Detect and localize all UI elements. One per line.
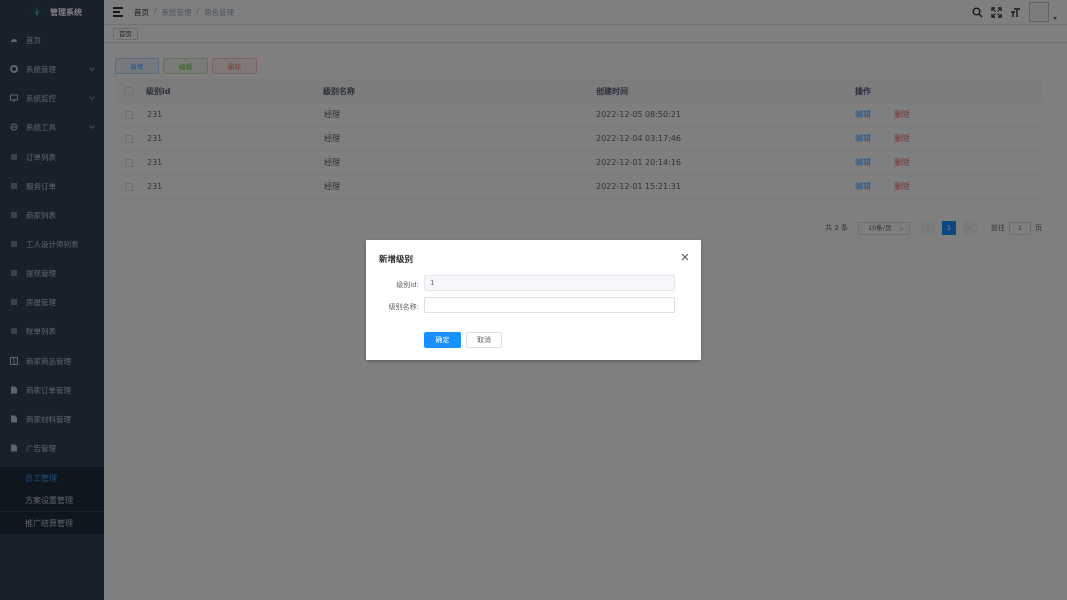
level-name-input[interactable] [424, 297, 675, 313]
cancel-button[interactable]: 取消 [466, 332, 502, 348]
level-id-input[interactable] [424, 275, 675, 291]
add-level-dialog: 新增级别 级别id: 级别名称: 确定 取消 [366, 240, 701, 360]
level-name-label: 级别名称: [388, 303, 419, 311]
level-id-label: 级别id: [396, 281, 419, 289]
dialog-title: 新增级别 [379, 255, 414, 265]
close-icon[interactable] [681, 253, 689, 261]
confirm-button[interactable]: 确定 [424, 332, 461, 348]
